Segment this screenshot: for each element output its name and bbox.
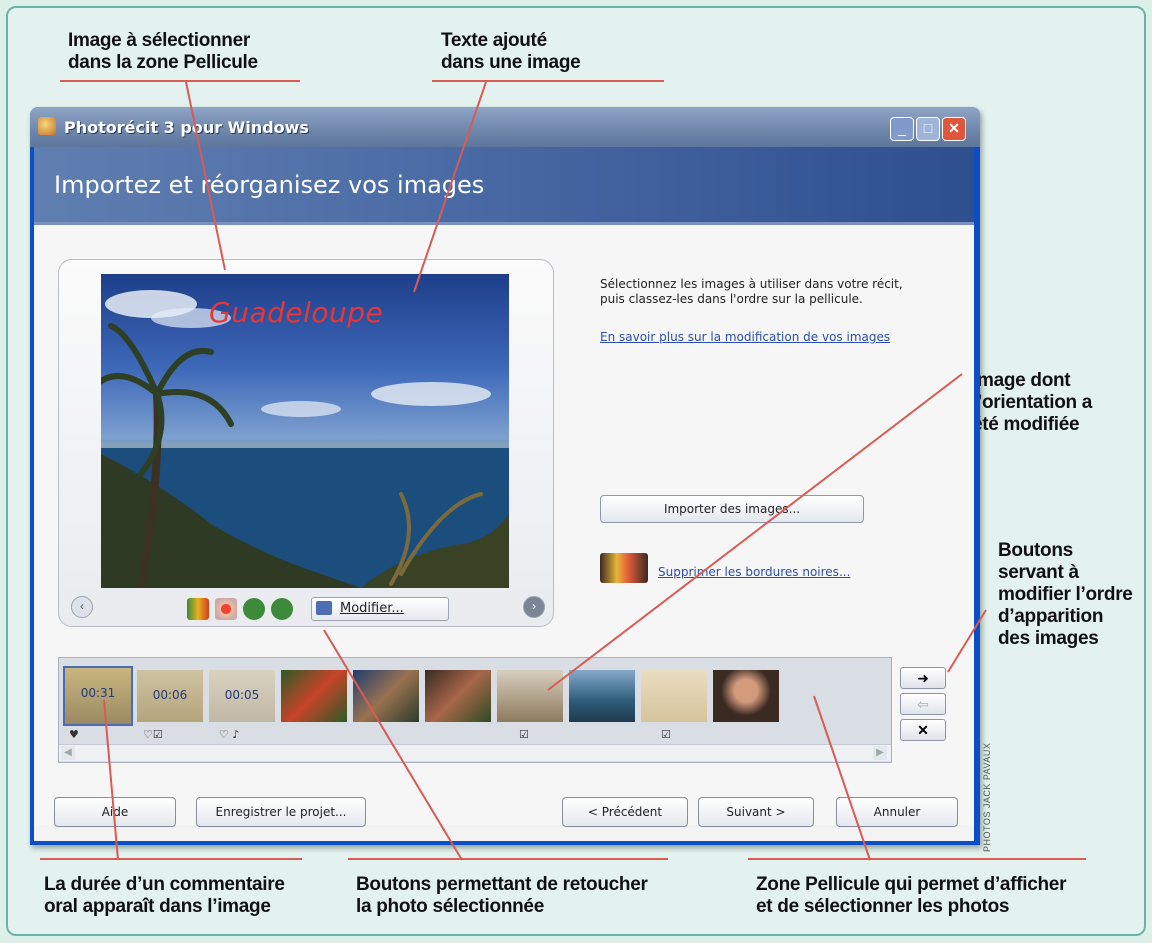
leader-lines bbox=[103, 81, 987, 861]
